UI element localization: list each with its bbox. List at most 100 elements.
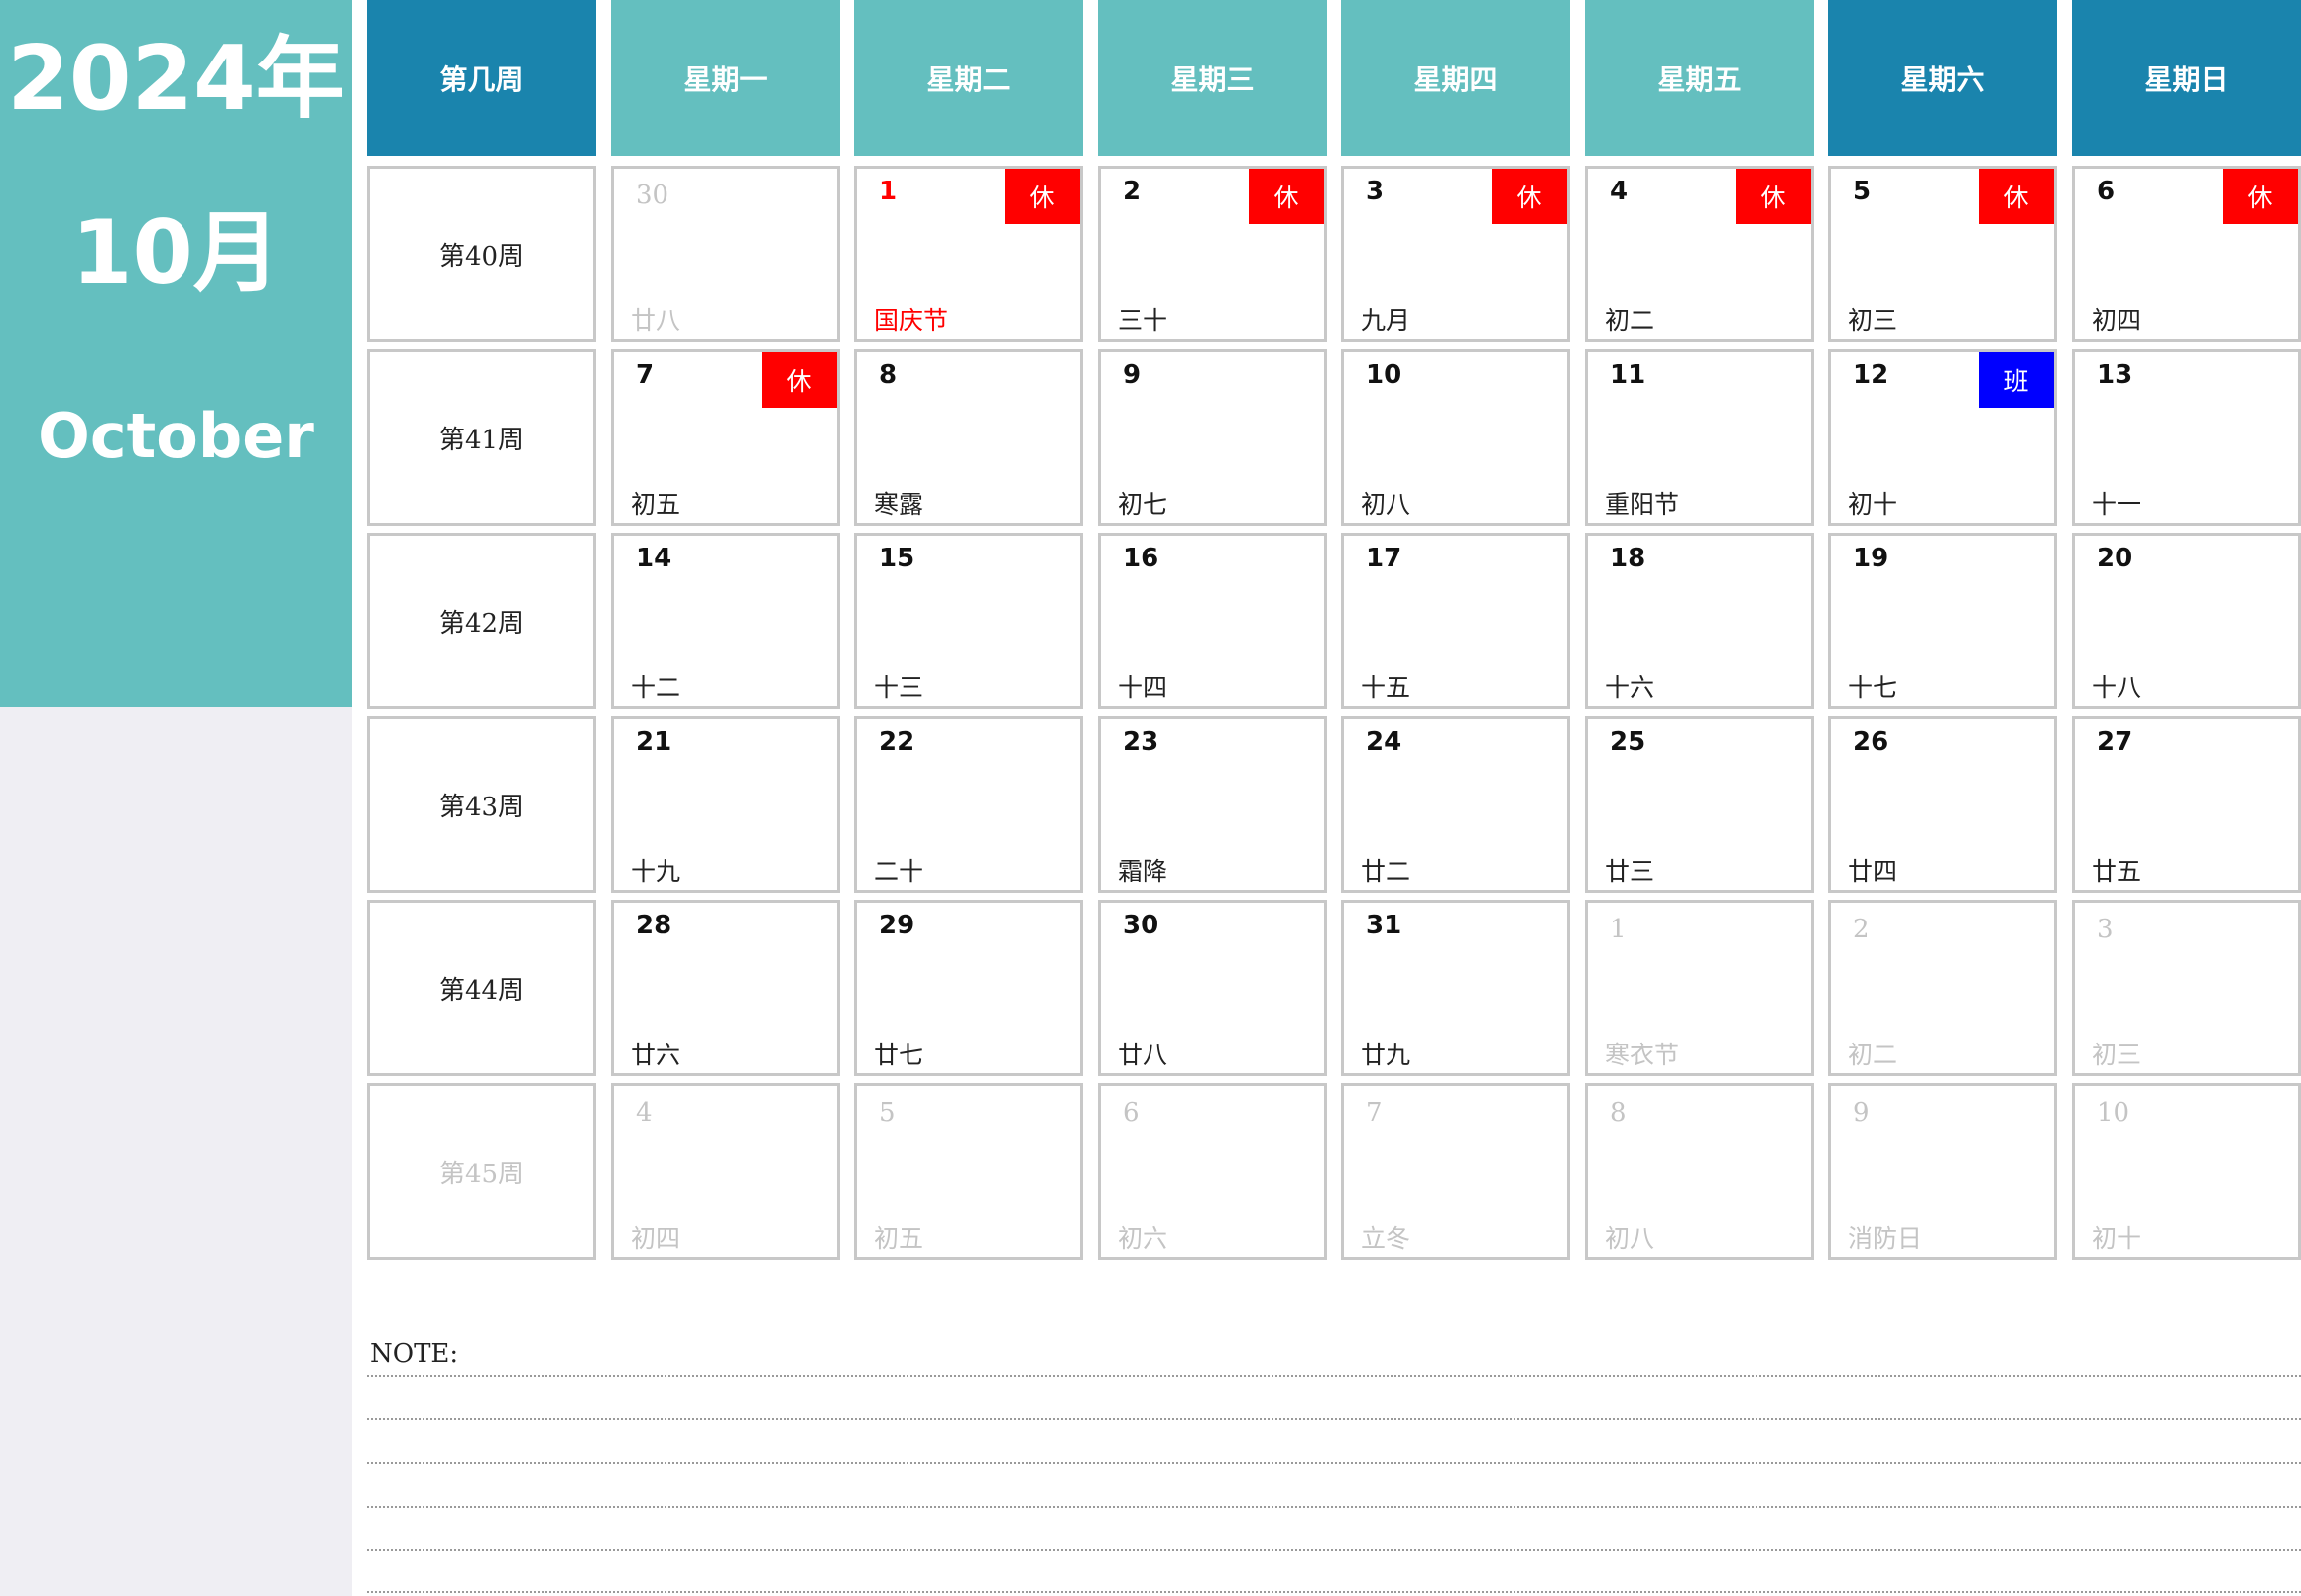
day-number: 3 <box>1366 177 1385 206</box>
lunar-date: 廿七 <box>874 1041 924 1069</box>
day-cell[interactable]: 24 廿二 <box>1341 716 1570 893</box>
day-cell[interactable]: 2 初二 <box>1828 900 2057 1076</box>
lunar-date: 初六 <box>1118 1224 1168 1253</box>
day-cell[interactable]: 26 廿四 <box>1828 716 2057 893</box>
day-cell[interactable]: 21 十九 <box>611 716 840 893</box>
day-number: 22 <box>879 727 915 757</box>
day-cell[interactable]: 31 廿九 <box>1341 900 1570 1076</box>
note-line[interactable] <box>367 1549 2301 1551</box>
header-weekday: 星期三 <box>1098 0 1327 156</box>
day-number: 9 <box>1853 1098 1870 1128</box>
header-weekday: 星期二 <box>854 0 1083 156</box>
day-number: 8 <box>879 360 898 390</box>
lunar-date: 初四 <box>2092 307 2142 335</box>
day-number: 18 <box>1610 544 1646 573</box>
day-cell[interactable]: 18 十六 <box>1585 533 1814 709</box>
day-cell[interactable]: 3 九月 休 <box>1341 166 1570 342</box>
note-line[interactable] <box>367 1462 2301 1464</box>
day-cell[interactable]: 16 十四 <box>1098 533 1327 709</box>
week-number-cell: 第44周 <box>367 900 596 1076</box>
week-number-cell: 第45周 <box>367 1083 596 1260</box>
lunar-date: 九月 <box>1361 307 1411 335</box>
day-cell[interactable]: 5 初三 休 <box>1828 166 2057 342</box>
day-number: 10 <box>2097 1098 2130 1128</box>
holiday-badge: 休 <box>1979 169 2054 224</box>
header-weekday: 星期五 <box>1585 0 1814 156</box>
lunar-date: 廿三 <box>1605 857 1655 886</box>
lunar-date: 初三 <box>2092 1041 2142 1069</box>
day-number: 9 <box>1123 360 1142 390</box>
note-line[interactable] <box>367 1375 2301 1377</box>
day-cell[interactable]: 9 初七 <box>1098 349 1327 526</box>
lunar-date: 初八 <box>1361 490 1411 519</box>
header-weekday: 星期日 <box>2072 0 2301 156</box>
day-number: 2 <box>1853 915 1870 944</box>
day-cell[interactable]: 5 初五 <box>854 1083 1083 1260</box>
day-cell[interactable]: 8 初八 <box>1585 1083 1814 1260</box>
day-cell[interactable]: 20 十八 <box>2072 533 2301 709</box>
day-cell[interactable]: 28 廿六 <box>611 900 840 1076</box>
day-cell[interactable]: 19 十七 <box>1828 533 2057 709</box>
week-number-cell: 第42周 <box>367 533 596 709</box>
note-line[interactable] <box>367 1506 2301 1508</box>
day-cell[interactable]: 10 初十 <box>2072 1083 2301 1260</box>
day-cell[interactable]: 29 廿七 <box>854 900 1083 1076</box>
note-label: NOTE: <box>370 1339 459 1369</box>
holiday-badge: 休 <box>1249 169 1324 224</box>
day-cell[interactable]: 1 寒衣节 <box>1585 900 1814 1076</box>
day-cell[interactable]: 11 重阳节 <box>1585 349 1814 526</box>
note-line[interactable] <box>367 1418 2301 1420</box>
day-cell[interactable]: 6 初四 休 <box>2072 166 2301 342</box>
week-number-cell: 第40周 <box>367 166 596 342</box>
day-cell[interactable]: 7 立冬 <box>1341 1083 1570 1260</box>
day-cell[interactable]: 23 霜降 <box>1098 716 1327 893</box>
day-cell[interactable]: 9 消防日 <box>1828 1083 2057 1260</box>
day-cell[interactable]: 10 初八 <box>1341 349 1570 526</box>
lunar-date: 十九 <box>631 857 681 886</box>
lunar-date: 廿八 <box>1118 1041 1168 1069</box>
day-cell[interactable]: 3 初三 <box>2072 900 2301 1076</box>
day-cell[interactable]: 6 初六 <box>1098 1083 1327 1260</box>
day-cell[interactable]: 22 二十 <box>854 716 1083 893</box>
day-cell[interactable]: 30 廿八 <box>1098 900 1327 1076</box>
lunar-date: 十三 <box>874 674 924 702</box>
day-cell[interactable]: 30 廿八 <box>611 166 840 342</box>
lunar-date: 十八 <box>2092 674 2142 702</box>
day-number: 3 <box>2097 915 2114 944</box>
header-weekday: 星期六 <box>1828 0 2057 156</box>
lunar-date: 重阳节 <box>1605 490 1680 519</box>
week-number-cell: 第41周 <box>367 349 596 526</box>
day-cell[interactable]: 27 廿五 <box>2072 716 2301 893</box>
lunar-date: 廿五 <box>2092 857 2142 886</box>
lunar-date: 廿二 <box>1361 857 1411 886</box>
lunar-date: 十五 <box>1361 674 1411 702</box>
day-number: 30 <box>636 181 669 210</box>
day-cell[interactable]: 17 十五 <box>1341 533 1570 709</box>
day-number: 28 <box>636 911 672 940</box>
day-cell[interactable]: 4 初四 <box>611 1083 840 1260</box>
lunar-date: 初二 <box>1848 1041 1898 1069</box>
lunar-date: 寒衣节 <box>1605 1041 1680 1069</box>
lunar-date: 廿六 <box>631 1041 681 1069</box>
day-cell[interactable]: 7 初五 休 <box>611 349 840 526</box>
day-cell[interactable]: 13 十一 <box>2072 349 2301 526</box>
day-number: 21 <box>636 727 672 757</box>
day-cell[interactable]: 8 寒露 <box>854 349 1083 526</box>
day-cell[interactable]: 14 十二 <box>611 533 840 709</box>
day-number: 10 <box>1366 360 1402 390</box>
header-weekday: 星期四 <box>1341 0 1570 156</box>
day-number: 5 <box>879 1098 896 1128</box>
lunar-date: 三十 <box>1118 307 1168 335</box>
day-cell[interactable]: 4 初二 休 <box>1585 166 1814 342</box>
calendar-grid: 第几周 星期一 星期二 星期三 星期四 星期五 星期六 星期日 第40周 30 廿八 1 国庆节休 2 三十… <box>0 0 2301 1289</box>
day-number: 16 <box>1123 544 1159 573</box>
day-cell[interactable]: 12 初十 班 <box>1828 349 2057 526</box>
day-cell[interactable]: 2 三十 休 <box>1098 166 1327 342</box>
lunar-date: 国庆节 <box>874 307 949 335</box>
day-cell[interactable]: 25 廿三 <box>1585 716 1814 893</box>
holiday-badge: 休 <box>2223 169 2298 224</box>
week-number-cell: 第43周 <box>367 716 596 893</box>
note-line[interactable] <box>367 1591 2301 1593</box>
day-cell[interactable]: 1 国庆节 休 <box>854 166 1083 342</box>
day-cell[interactable]: 15 十三 <box>854 533 1083 709</box>
